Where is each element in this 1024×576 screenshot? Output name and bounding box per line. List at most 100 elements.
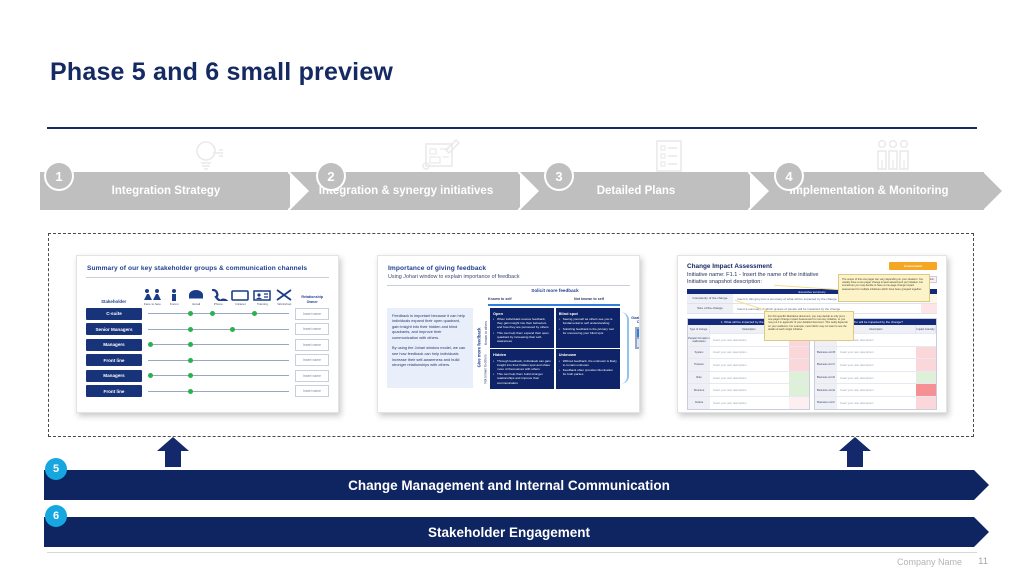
relationship-owner: Insert name (295, 385, 329, 398)
row-description: Insert your own description (840, 388, 874, 393)
channel-track (145, 308, 292, 320)
process-step-1-label: Integration Strategy (111, 184, 221, 197)
relationship-owner: Insert name (295, 307, 329, 320)
table-row[interactable]: C-suite Insert name (86, 306, 329, 322)
row-description: Insert your own description (840, 350, 874, 355)
channel-dot (187, 342, 193, 348)
row-type: People/ formation / reallocation (688, 334, 710, 346)
johari-row-bottom-label: Not known to others (484, 353, 489, 384)
card-johari-title: Importance of giving feedback (388, 265, 487, 272)
col-type: Type of change (688, 325, 710, 333)
summary-key: Size of the change (687, 304, 733, 313)
johari-intro-text: Feedback is important because it can hel… (387, 307, 473, 388)
row-description: Insert your own description (713, 388, 747, 393)
johari-left-axis-label: Give more feedback (476, 327, 481, 368)
row-impact-swatch (916, 384, 936, 396)
assessment-badge[interactable]: Assessment (889, 262, 937, 270)
row-impact-swatch (916, 334, 936, 346)
channel-dot (187, 311, 193, 317)
table-row: Business unit D Insert your own descript… (815, 370, 936, 384)
channel-label: Email (192, 302, 201, 306)
channel-track (145, 385, 292, 397)
card-stakeholder-title: Summary of our key stakeholder groups & … (87, 265, 308, 272)
row-type: Business unit D (815, 371, 837, 384)
banner-stakeholder-engagement[interactable]: Stakeholder Engagement (44, 517, 989, 547)
row-type: Business unit F (815, 396, 837, 409)
johari-row-bottom-label-wrap: Not known to others (482, 352, 490, 386)
channel-label: Face to face (143, 302, 161, 306)
process-step-1[interactable]: Integration Strategy (40, 172, 306, 210)
table-row[interactable]: Senior Managers Insert name (86, 322, 329, 338)
row-impact-swatch (789, 396, 809, 409)
table-row: Business unit F Insert your own descript… (815, 395, 936, 409)
relationship-owner: Insert name (295, 323, 329, 336)
stakeholder-table-header: Stakeholder Face to face Forum Email Pho… (86, 282, 329, 306)
table-row[interactable]: Front line Insert name (86, 384, 329, 400)
channel-dot (147, 373, 153, 379)
process-step-3-number: 3 (546, 163, 572, 189)
process-chevron-bar: Integration Strategy Integration & syner… (40, 136, 1002, 216)
row-impact-swatch (789, 371, 809, 384)
row-type: Culture (688, 396, 710, 409)
stakeholder-name: Managers (86, 338, 142, 351)
table-row[interactable]: Front line Insert name (86, 353, 329, 369)
row-impact-swatch (916, 396, 936, 409)
johari-row-top-label-wrap: Known to others (482, 316, 490, 350)
johari-intro-p1: Feedback is important because it can hel… (392, 312, 465, 340)
footer-company-name: Company Name (896, 557, 962, 567)
table-row: Business unit B Insert your own descript… (815, 345, 936, 359)
channel-phone: Phone (207, 288, 230, 306)
johari-goal-diagram (635, 327, 639, 350)
channel-dot (187, 373, 193, 379)
row-impact-swatch (789, 359, 809, 371)
face-to-face-icon (141, 288, 163, 301)
card-stakeholder-summary[interactable]: Summary of our key stakeholder groups & … (76, 255, 339, 413)
banner-change-management-label: Change Management and Internal Communica… (348, 477, 670, 493)
quadrant-bullet: When individuals receive feedback, they … (493, 317, 551, 329)
channel-track (145, 323, 292, 335)
quadrant-bullet: This can help them expand their open qua… (493, 331, 551, 343)
johari-quadrant-unknown: Unknown Without feedback, the unknown is… (555, 349, 620, 390)
quadrant-title: Blind spot (558, 310, 578, 316)
channel-dot (230, 326, 236, 332)
screen-icon (229, 288, 251, 301)
process-step-1-number: 1 (46, 163, 72, 189)
card-johari-feedback[interactable]: Importance of giving feedback Using Joha… (377, 255, 640, 413)
johari-quadrant-blind-spot: Blind spot Seeing yourself as others see… (555, 307, 620, 348)
channel-label: Forum (169, 302, 179, 306)
johari-top-arrow (488, 303, 620, 306)
people-group-icon (865, 136, 921, 176)
title-divider (47, 127, 977, 129)
col-impact: Impact intensity (916, 325, 936, 333)
quadrant-bullet: Soliciting feedback is the primary tool … (559, 327, 617, 335)
row-description: Insert your own description (840, 375, 874, 380)
channel-label: Workshop (277, 302, 292, 306)
johari-row-top-label: Known to others (484, 320, 489, 345)
quadrant-title: Unknown (558, 352, 577, 358)
table-row[interactable]: Managers Insert name (86, 368, 329, 384)
channel-label: Intranet (235, 302, 246, 306)
table-row: Culture Insert your own description (688, 395, 809, 409)
card-johari-subtitle: Using Johari window to explain importanc… (388, 273, 520, 280)
table-row[interactable]: Managers Insert name (86, 337, 329, 353)
row-description: Insert your own description (840, 362, 874, 367)
up-arrow-left (156, 437, 190, 467)
stakeholder-col-header: Stakeholder (101, 299, 127, 304)
stakeholder-table: Stakeholder Face to face Forum Email Pho… (77, 278, 338, 399)
channel-dot (147, 342, 153, 348)
person-icon (163, 288, 185, 301)
table-row: Process Insert your own description (688, 358, 809, 371)
row-description: Insert your own description (713, 375, 747, 380)
row-impact-swatch (916, 359, 936, 371)
row-description: Insert your own description (713, 350, 747, 355)
channel-track (145, 339, 292, 351)
johari-quadrant-hidden: Hidden Through feedback, individuals can… (490, 349, 555, 390)
summary-key: Complexity of the change (687, 294, 733, 303)
card-change-impact-assessment[interactable]: Assessment Change Impact Assessment Init… (677, 255, 947, 413)
banner-change-management[interactable]: Change Management and Internal Communica… (44, 470, 989, 500)
channel-track (145, 354, 292, 366)
channel-workshop: Workshop (273, 288, 295, 306)
quadrant-bullet: This can help them build stronger relati… (493, 372, 551, 384)
channel-intranet: Intranet (229, 288, 251, 306)
footer-page-number: 11 (978, 556, 988, 567)
